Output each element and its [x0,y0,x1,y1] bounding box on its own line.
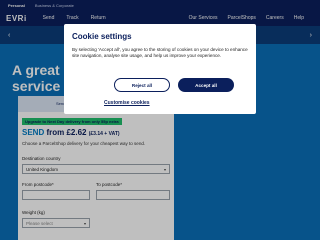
cookie-button-row: Reject all Accept all [114,78,234,92]
accept-all-button[interactable]: Accept all [178,78,234,92]
customise-cookies-link[interactable]: Customise cookies [104,100,150,106]
cookie-title: Cookie settings [72,32,132,41]
reject-all-button[interactable]: Reject all [114,78,170,92]
cookie-modal: Cookie settings By selecting 'Accept all… [64,24,256,114]
cookie-text: By selecting 'Accept all', you agree to … [72,47,248,59]
